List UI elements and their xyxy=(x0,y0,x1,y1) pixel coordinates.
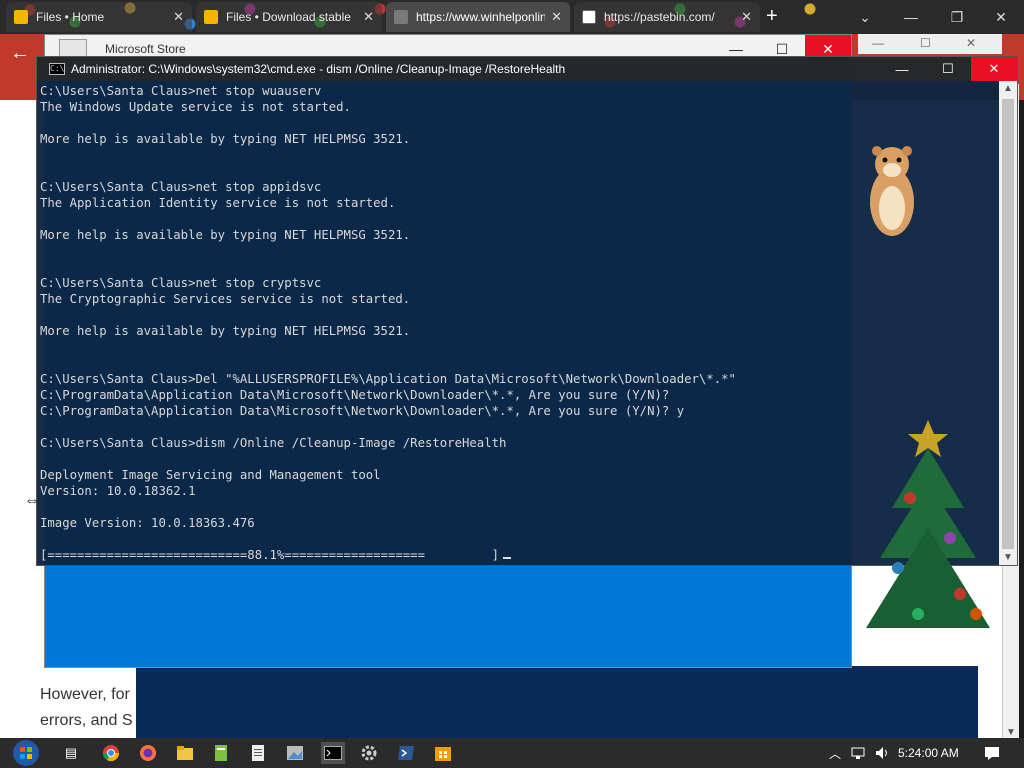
tab-title: Files • Home xyxy=(36,10,105,24)
show-hidden-icons-icon[interactable]: ︿ xyxy=(824,738,846,768)
close-icon[interactable]: ✕ xyxy=(966,36,976,50)
cmd-title: Administrator: C:\Windows\system32\cmd.e… xyxy=(71,62,566,76)
window-restore-down-icon[interactable]: ⌄ xyxy=(842,0,888,34)
console-line: More help is available by typing NET HEL… xyxy=(40,132,411,146)
new-tab-button[interactable]: + xyxy=(766,5,778,28)
close-icon[interactable]: ✕ xyxy=(551,9,562,25)
text-cursor xyxy=(503,557,512,559)
taskbar: ▤ ︿ 5:24:00 AM xyxy=(0,738,1024,768)
store-icon[interactable] xyxy=(432,742,454,764)
console-line: The Cryptographic Services service is no… xyxy=(40,292,411,306)
minimize-icon[interactable]: — xyxy=(879,57,925,81)
tab-files-home[interactable]: Files • Home ✕ xyxy=(6,2,192,32)
close-icon[interactable]: ✕ xyxy=(173,9,184,25)
console-line: C:\Users\Santa Claus>Del "%ALLUSERSPROFI… xyxy=(40,372,736,386)
christmas-tree-icon xyxy=(866,420,990,628)
back-arrow-icon[interactable]: ← xyxy=(10,42,30,65)
console-line: The Application Identity service is not … xyxy=(40,196,396,210)
console-line: C:\ProgramData\Application Data\Microsof… xyxy=(40,388,670,402)
minimize-icon[interactable]: — xyxy=(888,0,934,34)
tab-title: Files • Download stable xyxy=(226,10,351,24)
taskbar-clock[interactable]: 5:24:00 AM xyxy=(898,746,959,760)
scroll-down-icon[interactable]: ▼ xyxy=(1003,552,1013,563)
tab-pastebin[interactable]: https://pastebin.com/ ✕ xyxy=(574,2,760,32)
browser-tab-strip: Files • Home ✕ Files • Download stable ✕… xyxy=(0,0,1024,34)
console-line: More help is available by typing NET HEL… xyxy=(40,324,411,338)
folder-icon xyxy=(204,10,218,24)
task-view-icon[interactable]: ▤ xyxy=(60,742,82,764)
pastebin-icon xyxy=(582,10,596,24)
progress-bar-text: [===========================88.1%=======… xyxy=(40,548,500,562)
cmd-icon[interactable] xyxy=(321,742,345,764)
notepad-icon[interactable] xyxy=(247,742,269,764)
scroll-up-icon[interactable]: ▲ xyxy=(1003,83,1013,94)
action-center-icon[interactable] xyxy=(980,738,1004,768)
cmd-icon: C:\ xyxy=(49,63,65,75)
hamster-sticker-icon xyxy=(870,146,914,236)
store-title: Microsoft Store xyxy=(105,42,186,56)
settings-icon[interactable] xyxy=(358,742,380,764)
network-icon[interactable] xyxy=(848,738,870,768)
close-icon[interactable]: ✕ xyxy=(741,9,752,25)
maximize-icon[interactable]: ❐ xyxy=(934,0,980,34)
site-icon xyxy=(394,10,408,24)
start-button[interactable] xyxy=(8,739,44,767)
cmd-titlebar[interactable]: C:\ Administrator: C:\Windows\system32\c… xyxy=(37,57,1017,81)
page-dark-banner xyxy=(136,666,978,740)
background-window-titlebar: — ☐ ✕ xyxy=(858,34,1002,54)
console-line: C:\Users\Santa Claus>net stop appidsvc xyxy=(40,180,322,194)
console-line: C:\ProgramData\Application Data\Microsof… xyxy=(40,404,685,418)
scroll-down-icon[interactable]: ▼ xyxy=(1006,727,1016,738)
maximize-icon[interactable]: ☐ xyxy=(925,57,971,81)
close-icon[interactable]: ✕ xyxy=(363,9,374,25)
console-line: The Windows Update service is not starte… xyxy=(40,100,351,114)
page-paragraph-line: errors, and S xyxy=(40,712,133,729)
maximize-icon[interactable]: ☐ xyxy=(920,36,931,50)
chrome-icon[interactable] xyxy=(100,742,122,764)
console-line: C:\Users\Santa Claus>net stop cryptsvc xyxy=(40,276,322,290)
photos-icon[interactable] xyxy=(284,742,306,764)
page-paragraph-line: However, for xyxy=(40,686,130,703)
scrollbar-thumb[interactable] xyxy=(1002,99,1014,549)
console-line: C:\Users\Santa Claus>net stop wuauserv xyxy=(40,84,322,98)
close-icon[interactable]: ✕ xyxy=(971,57,1017,81)
tab-title: https://www.winhelponline xyxy=(416,10,546,24)
notepad-plus-icon[interactable] xyxy=(210,742,232,764)
close-icon[interactable]: ✕ xyxy=(978,0,1024,34)
volume-icon[interactable] xyxy=(872,738,894,768)
resize-cursor-icon: ⇔ xyxy=(24,492,40,509)
minimize-icon[interactable]: — xyxy=(872,36,884,50)
tab-winhelponline[interactable]: https://www.winhelponline ✕ xyxy=(386,2,570,32)
console-line: More help is available by typing NET HEL… xyxy=(40,228,411,242)
file-explorer-icon[interactable] xyxy=(174,742,196,764)
tab-files-download[interactable]: Files • Download stable ✕ xyxy=(196,2,382,32)
windows-logo-icon xyxy=(13,740,39,766)
powershell-icon[interactable] xyxy=(395,742,417,764)
tab-title: https://pastebin.com/ xyxy=(604,10,715,24)
folder-icon xyxy=(14,10,28,24)
firefox-icon[interactable] xyxy=(137,742,159,764)
